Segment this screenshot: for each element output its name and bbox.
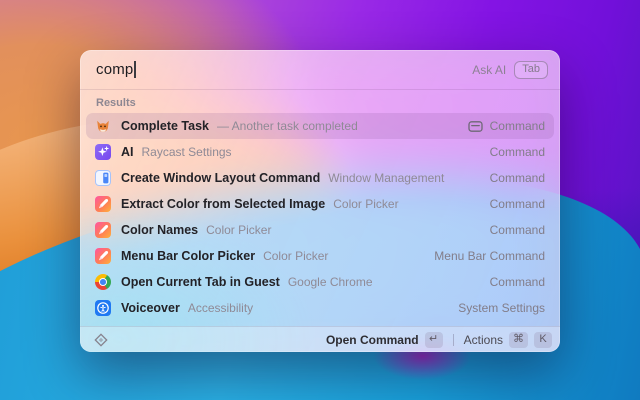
results-header: Results	[80, 90, 560, 113]
result-type-label: Command	[490, 171, 545, 185]
result-row[interactable]: Create Window Layout Command Window Mana…	[86, 165, 554, 191]
result-subtitle: Color Picker	[206, 223, 271, 237]
result-row[interactable]: Voiceover Accessibility System Settings	[86, 295, 554, 321]
result-subtitle: Color Picker	[333, 197, 398, 211]
result-type-label: System Settings	[458, 301, 545, 315]
raycast-logo-icon	[92, 331, 110, 349]
result-row[interactable]: Open Current Tab in Guest Google Chrome …	[86, 269, 554, 295]
result-row[interactable]: AI Raycast Settings Command	[86, 139, 554, 165]
fox-icon	[95, 118, 111, 134]
result-subtitle: Accessibility	[188, 301, 253, 315]
result-row[interactable]: Extract Color from Selected Image Color …	[86, 191, 554, 217]
result-title: AI	[121, 145, 134, 159]
window-layout-icon	[95, 170, 111, 186]
result-title: Open Current Tab in Guest	[121, 275, 280, 289]
color-picker-icon	[95, 248, 111, 264]
result-subtitle: Raycast Settings	[142, 145, 232, 159]
result-row[interactable]: Menu Bar Color Picker Color Picker Menu …	[86, 243, 554, 269]
actions-button[interactable]: Actions	[464, 333, 503, 347]
open-command-button[interactable]: Open Command	[326, 333, 419, 347]
footer-bar: Open Command ↵ Actions ⌘ K	[80, 326, 560, 352]
tab-key-badge: Tab	[514, 61, 548, 79]
result-type-label: Menu Bar Command	[434, 249, 545, 263]
result-subtitle: Color Picker	[263, 249, 328, 263]
text-cursor	[134, 61, 136, 78]
footer-divider	[453, 334, 454, 346]
result-title: Complete Task	[121, 119, 209, 133]
search-input[interactable]: comp	[96, 61, 133, 78]
return-key-badge: ↵	[425, 332, 443, 348]
result-type-label: Command	[490, 223, 545, 237]
chrome-icon	[95, 274, 111, 290]
desktop: comp Ask AI Tab Results Complete Task — …	[0, 0, 640, 400]
result-type-label: Command	[490, 275, 545, 289]
result-type-label: Command	[490, 119, 545, 133]
result-type-label: Command	[490, 145, 545, 159]
result-title: Create Window Layout Command	[121, 171, 320, 185]
accessibility-icon	[95, 300, 111, 316]
results-section: Results Complete Task — Another task com…	[80, 90, 560, 326]
color-picker-icon	[95, 222, 111, 238]
keyboard-icon	[468, 120, 483, 133]
result-title: Color Names	[121, 223, 198, 237]
command-key-badge: ⌘	[509, 332, 528, 348]
result-title: Extract Color from Selected Image	[121, 197, 325, 211]
result-subtitle: Window Management	[328, 171, 444, 185]
results-list: Complete Task — Another task completed C…	[80, 113, 560, 326]
raycast-window: comp Ask AI Tab Results Complete Task — …	[80, 50, 560, 352]
raycast-ai-icon	[95, 144, 111, 160]
result-type-label: Command	[490, 197, 545, 211]
result-row[interactable]: Color Names Color Picker Command	[86, 217, 554, 243]
k-key-badge: K	[534, 332, 552, 348]
result-title: Menu Bar Color Picker	[121, 249, 255, 263]
result-row[interactable]: Complete Task — Another task completed C…	[86, 113, 554, 139]
result-subtitle: — Another task completed	[217, 119, 358, 133]
ask-ai-label[interactable]: Ask AI	[472, 63, 506, 77]
color-picker-icon	[95, 196, 111, 212]
result-subtitle: Google Chrome	[288, 275, 373, 289]
search-bar[interactable]: comp Ask AI Tab	[80, 50, 560, 90]
result-title: Voiceover	[121, 301, 180, 315]
